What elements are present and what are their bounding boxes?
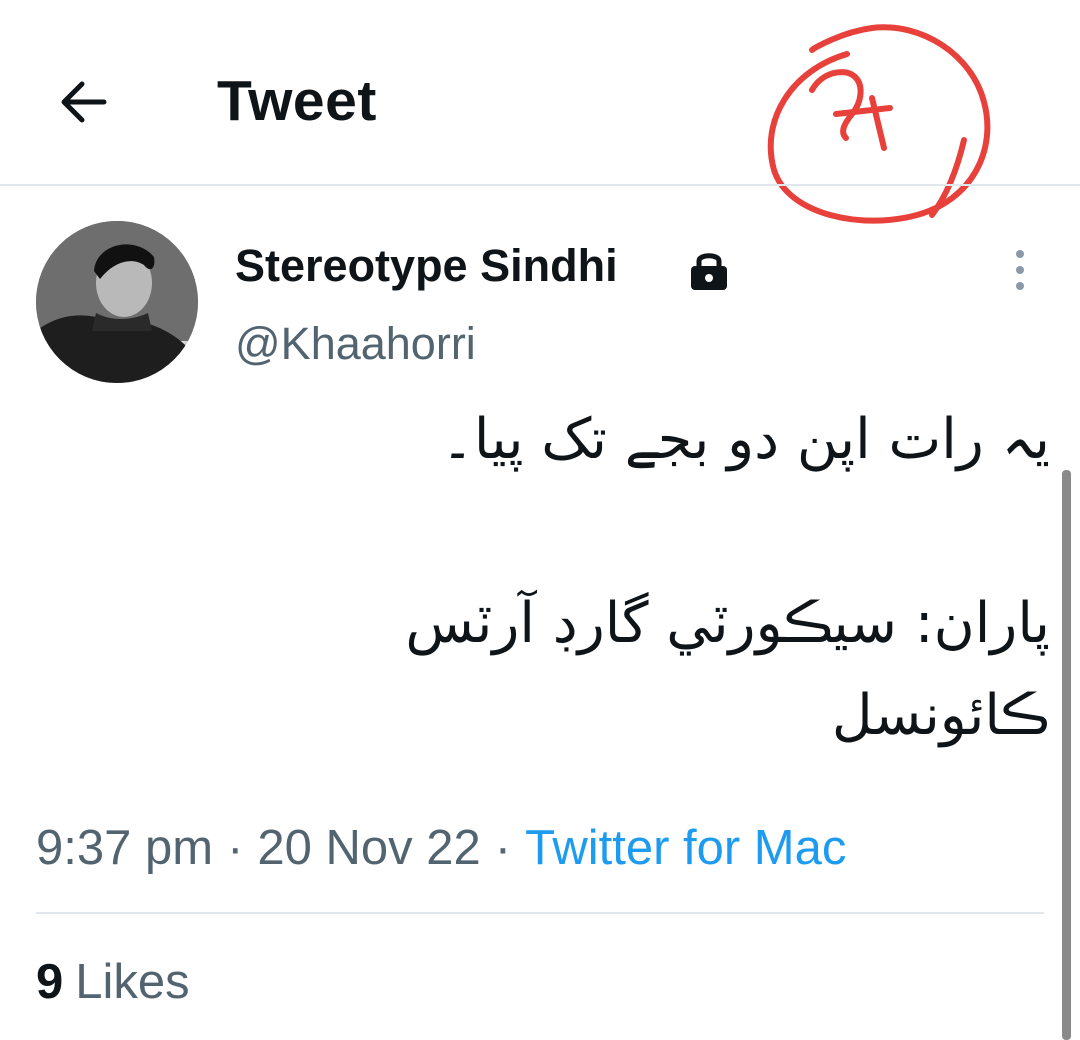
likes-link[interactable]: 9 Likes xyxy=(36,954,190,1010)
author-handle[interactable]: @Khaahorri xyxy=(235,318,476,370)
metadata-divider xyxy=(36,912,1044,914)
scrollbar[interactable] xyxy=(1062,470,1071,1040)
tweet-time[interactable]: 9:37 pm xyxy=(36,821,213,875)
likes-label: Likes xyxy=(75,955,190,1009)
arrow-left-icon xyxy=(61,81,107,123)
header-divider xyxy=(0,184,1080,186)
avatar[interactable] xyxy=(36,221,198,383)
author-display-name[interactable]: Stereotype Sindhi xyxy=(235,240,618,292)
top-bar: Tweet xyxy=(0,0,1080,224)
more-vertical-icon xyxy=(1016,250,1024,290)
lock-icon xyxy=(691,253,727,290)
page-title: Tweet xyxy=(217,69,377,133)
separator-dot: · xyxy=(227,821,244,875)
tweet-source-link[interactable]: Twitter for Mac xyxy=(525,821,846,875)
tweet-date[interactable]: 20 Nov 22 xyxy=(257,821,480,875)
separator-dot: · xyxy=(494,821,512,875)
back-button[interactable] xyxy=(54,76,114,128)
profile-photo xyxy=(36,221,198,383)
more-options-button[interactable] xyxy=(1004,246,1036,294)
tweet-text: یہ رات اپن دو بجے تک پیا۔ پاران: سيڪورٽي… xyxy=(405,407,1050,748)
tweet-metadata: 9:37 pm · 20 Nov 22 · Twitter for Mac xyxy=(36,820,846,876)
likes-count: 9 xyxy=(36,955,64,1009)
red-circle-annotation xyxy=(767,24,991,224)
